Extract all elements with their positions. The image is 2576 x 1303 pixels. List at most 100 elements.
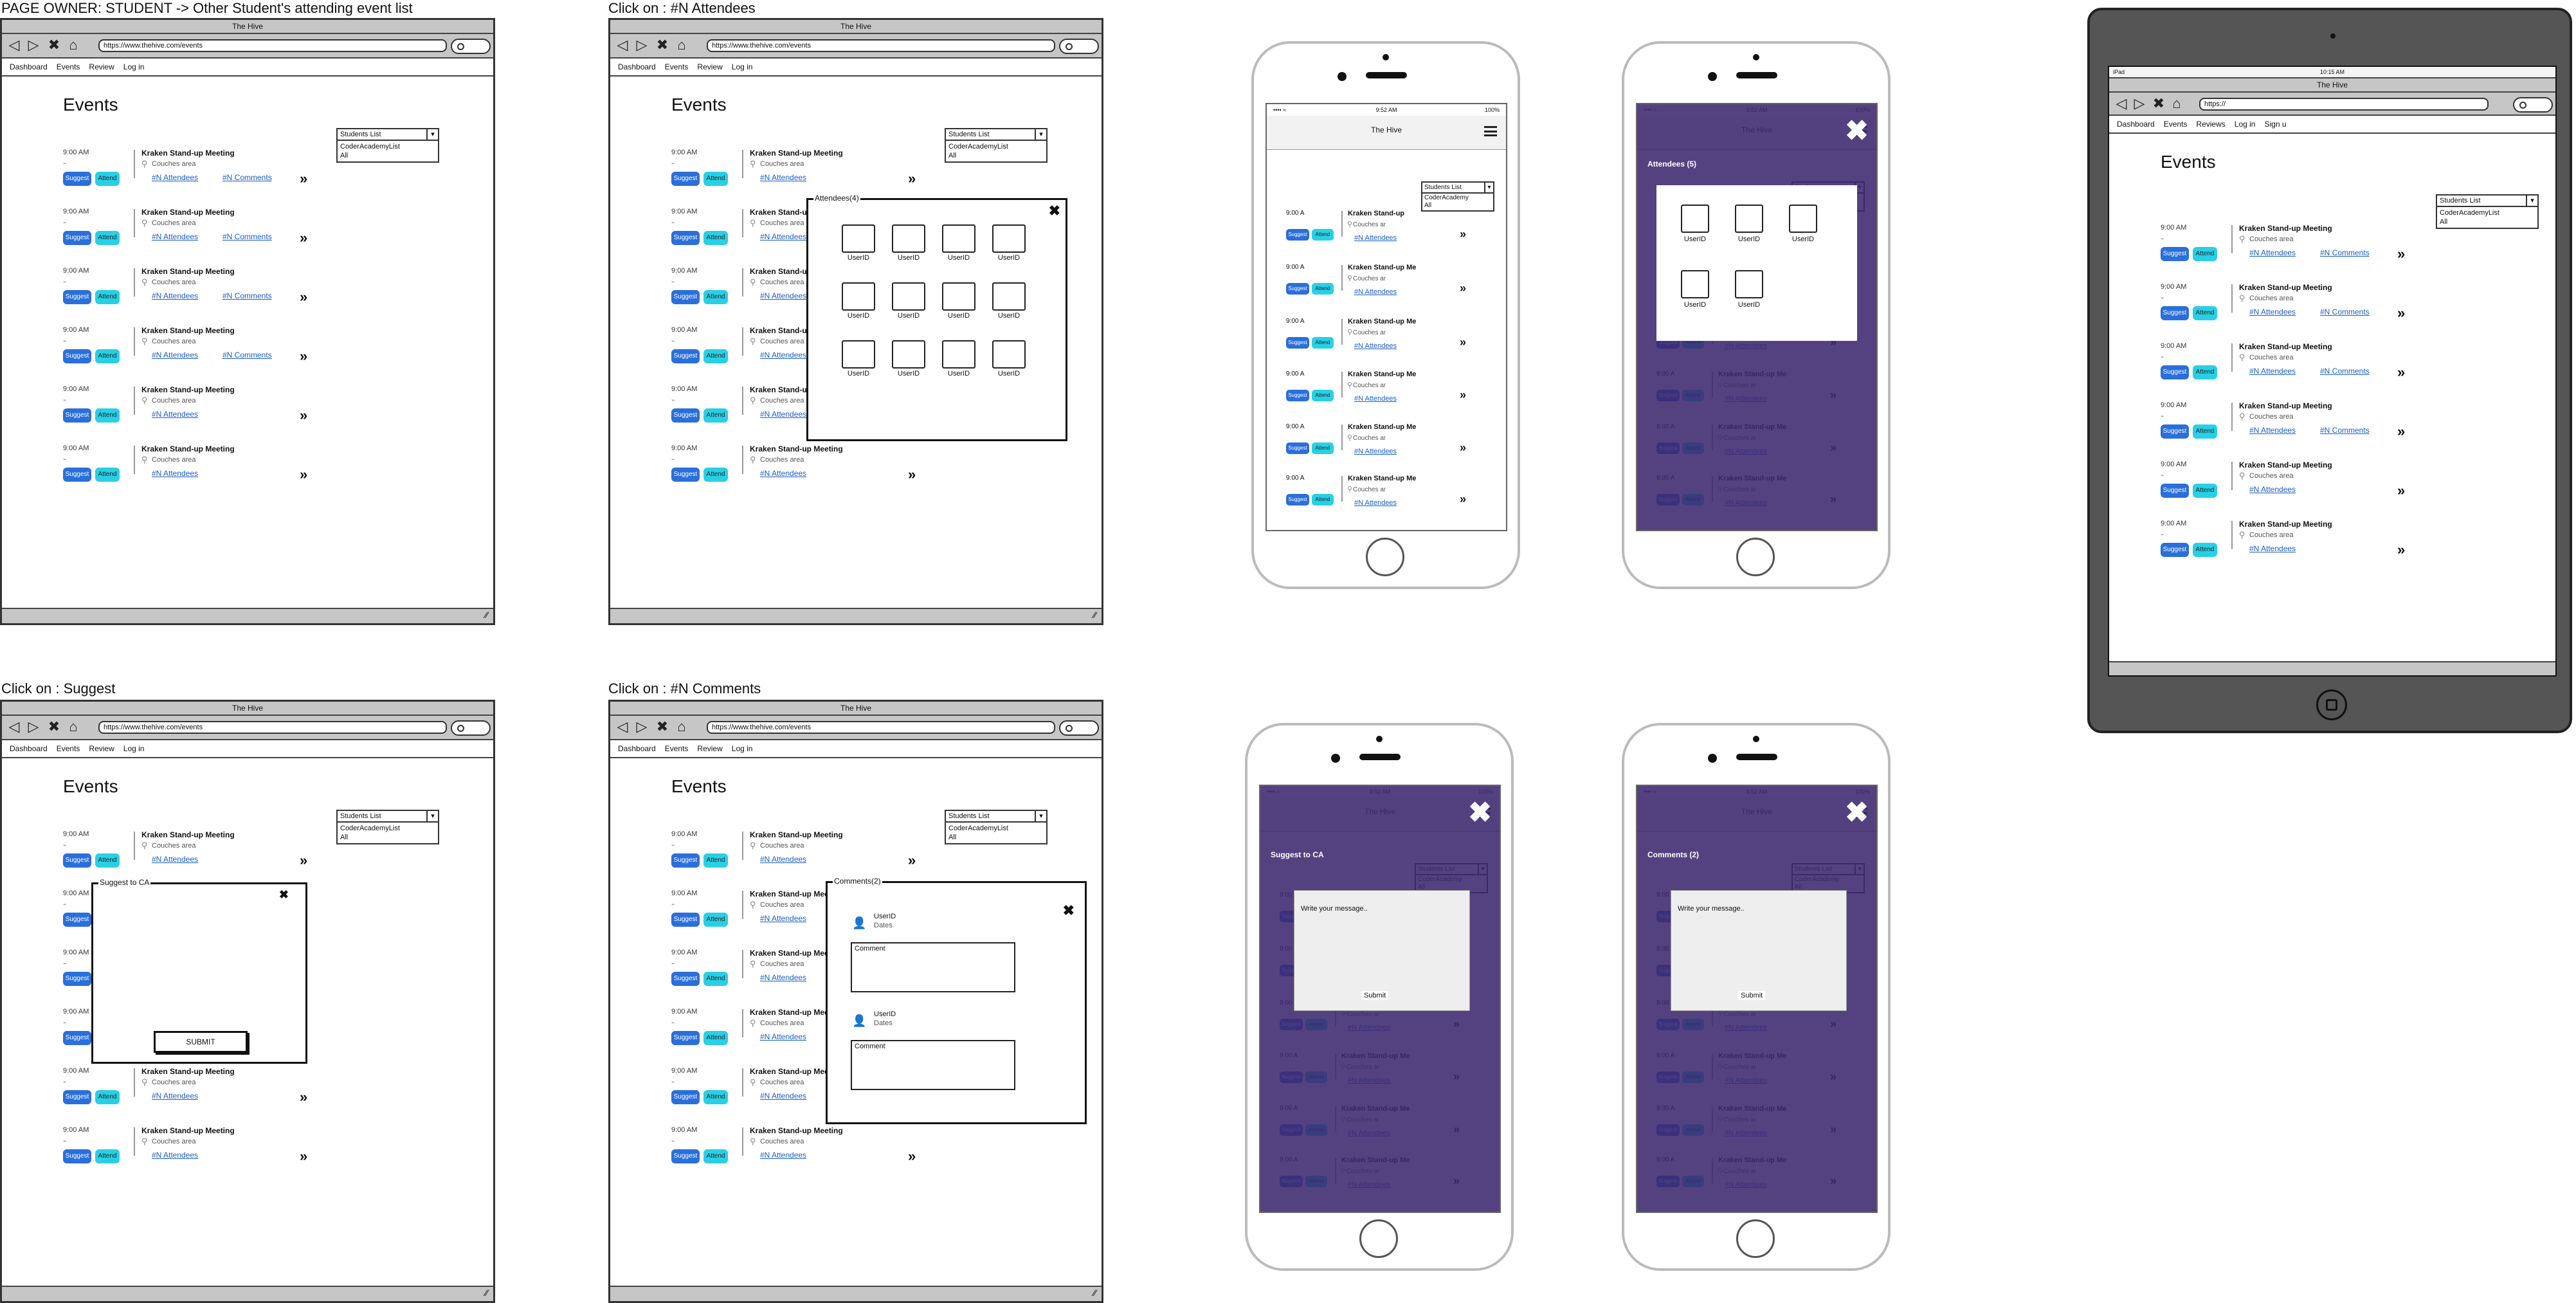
comments-link[interactable]: #N Comments (2320, 426, 2370, 435)
attend-button[interactable]: Attend (1312, 442, 1334, 454)
comments-link[interactable]: #N Comments (222, 232, 272, 241)
url-input[interactable]: https://www.thehive.com/events (98, 721, 447, 734)
chevron-right-icon[interactable]: » (908, 466, 916, 483)
attendees-link[interactable]: #N Attendees (2249, 248, 2296, 257)
attend-button[interactable]: Attend (1312, 337, 1334, 349)
attendee-avatar[interactable] (842, 224, 875, 253)
close-icon[interactable]: ✖ (1845, 117, 1869, 145)
attendees-link[interactable]: #N Attendees (760, 1032, 806, 1041)
back-icon[interactable]: ◁ (615, 720, 630, 734)
chevron-right-icon[interactable]: » (300, 170, 307, 187)
dropdown-option-coderacademy[interactable]: CoderAcademyList (2440, 208, 2535, 217)
home-icon[interactable]: ⌂ (675, 38, 689, 52)
menu-icon[interactable] (1484, 126, 1497, 136)
suggest-button[interactable]: Suggest (63, 231, 91, 245)
attendees-link[interactable]: #N Attendees (760, 291, 806, 300)
attendee-avatar[interactable] (942, 282, 975, 311)
message-input[interactable]: Write your message.. (1678, 905, 1745, 913)
attendees-link[interactable]: #N Attendees (2249, 544, 2296, 553)
search-icon[interactable] (451, 720, 491, 736)
suggest-button[interactable]: Suggest (63, 972, 91, 986)
nav-reviews[interactable]: Reviews (2196, 116, 2225, 132)
attend-button[interactable]: Attend (1312, 494, 1334, 506)
attendees-link[interactable]: #N Attendees (760, 914, 806, 923)
dropdown-label[interactable]: Students List (336, 810, 439, 823)
suggest-button[interactable]: Suggest (1286, 337, 1309, 349)
attend-button[interactable]: Attend (703, 853, 728, 868)
chevron-right-icon[interactable]: » (300, 230, 307, 246)
home-button[interactable] (1736, 538, 1775, 576)
attendees-link[interactable]: #N Attendees (760, 232, 806, 241)
search-icon[interactable] (1059, 720, 1099, 736)
attend-button[interactable]: Attend (2193, 247, 2217, 261)
home-button[interactable] (2316, 689, 2347, 720)
dropdown-label[interactable]: Students List (945, 810, 1048, 823)
attendees-link[interactable]: #N Attendees (1354, 234, 1397, 242)
suggest-button[interactable]: Suggest (1286, 442, 1309, 454)
nav-review[interactable]: Review (697, 740, 722, 757)
attendees-link[interactable]: #N Attendees (152, 291, 198, 300)
chevron-right-icon[interactable]: » (300, 466, 307, 483)
attend-button[interactable]: Attend (1312, 283, 1334, 295)
chevron-right-icon[interactable]: » (2397, 364, 2405, 381)
stop-icon[interactable]: ✖ (47, 720, 61, 734)
attend-button[interactable]: Attend (95, 231, 120, 245)
url-input[interactable]: https://www.thehive.com/events (707, 721, 1055, 734)
suggest-button[interactable]: Suggest (671, 172, 700, 186)
nav-login[interactable]: Log in (732, 740, 753, 757)
attend-button[interactable]: Attend (703, 972, 728, 986)
attend-button[interactable]: Attend (95, 1090, 120, 1104)
attend-button[interactable]: Attend (1312, 229, 1334, 241)
nav-login[interactable]: Log in (2235, 116, 2256, 132)
suggest-button[interactable]: Suggest (1286, 283, 1309, 295)
attendee-avatar[interactable] (992, 224, 1026, 253)
comments-link[interactable]: #N Comments (2320, 248, 2370, 257)
forward-icon[interactable]: ▷ (635, 38, 649, 52)
suggest-button[interactable]: Suggest (671, 1031, 700, 1045)
suggest-button[interactable]: Suggest (1286, 229, 1309, 241)
stop-icon[interactable]: ✖ (47, 38, 61, 52)
attend-button[interactable]: Attend (703, 408, 728, 423)
back-icon[interactable]: ◁ (7, 38, 21, 52)
back-icon[interactable]: ◁ (2114, 96, 2128, 111)
home-icon[interactable]: ⌂ (675, 720, 689, 734)
suggest-button[interactable]: Suggest (63, 408, 91, 423)
attend-button[interactable]: Attend (95, 290, 120, 304)
dropdown-label[interactable]: Students List (336, 128, 439, 141)
attend-button[interactable]: Attend (703, 1090, 728, 1104)
nav-dashboard[interactable]: Dashboard (618, 740, 656, 757)
attendee-avatar[interactable] (942, 340, 975, 369)
comments-link[interactable]: #N Comments (222, 351, 272, 360)
attend-button[interactable]: Attend (95, 1149, 120, 1163)
attendees-link[interactable]: #N Attendees (152, 351, 198, 360)
attendee-avatar[interactable] (842, 282, 875, 311)
suggest-button[interactable]: Suggest (63, 1149, 91, 1163)
attend-button[interactable]: Attend (95, 408, 120, 423)
submit-button[interactable]: Submit (1361, 991, 1389, 1000)
nav-events[interactable]: Events (665, 740, 689, 757)
attendees-link[interactable]: #N Attendees (152, 469, 198, 478)
chevron-right-icon[interactable]: » (2397, 542, 2405, 558)
attend-button[interactable]: Attend (703, 172, 728, 186)
close-icon[interactable]: ✖ (1063, 902, 1075, 919)
attendees-link[interactable]: #N Attendees (2249, 485, 2296, 494)
suggest-button[interactable]: Suggest (2161, 543, 2189, 557)
dropdown-label[interactable]: Students List (945, 128, 1048, 141)
attendee-avatar[interactable] (992, 340, 1026, 369)
window-resize-grip[interactable] (2109, 661, 2555, 675)
attendees-link[interactable]: #N Attendees (1354, 499, 1397, 507)
suggest-button[interactable]: Suggest (2161, 424, 2189, 439)
chevron-right-icon[interactable]: » (1460, 282, 1466, 295)
suggest-button[interactable]: Suggest (63, 349, 91, 363)
attendee-avatar[interactable] (992, 282, 1026, 311)
suggest-button[interactable]: Suggest (671, 1090, 700, 1104)
attend-button[interactable]: Attend (2193, 365, 2217, 379)
dropdown-option-all[interactable]: All (1424, 202, 1491, 210)
suggest-button[interactable]: Suggest (671, 408, 700, 423)
comments-link[interactable]: #N Comments (222, 173, 272, 182)
comments-link[interactable]: #N Comments (2320, 367, 2370, 376)
chevron-right-icon[interactable]: » (2397, 482, 2405, 499)
forward-icon[interactable]: ▷ (26, 38, 41, 52)
nav-dashboard[interactable]: Dashboard (618, 59, 656, 75)
chevron-right-icon[interactable]: » (908, 852, 916, 869)
